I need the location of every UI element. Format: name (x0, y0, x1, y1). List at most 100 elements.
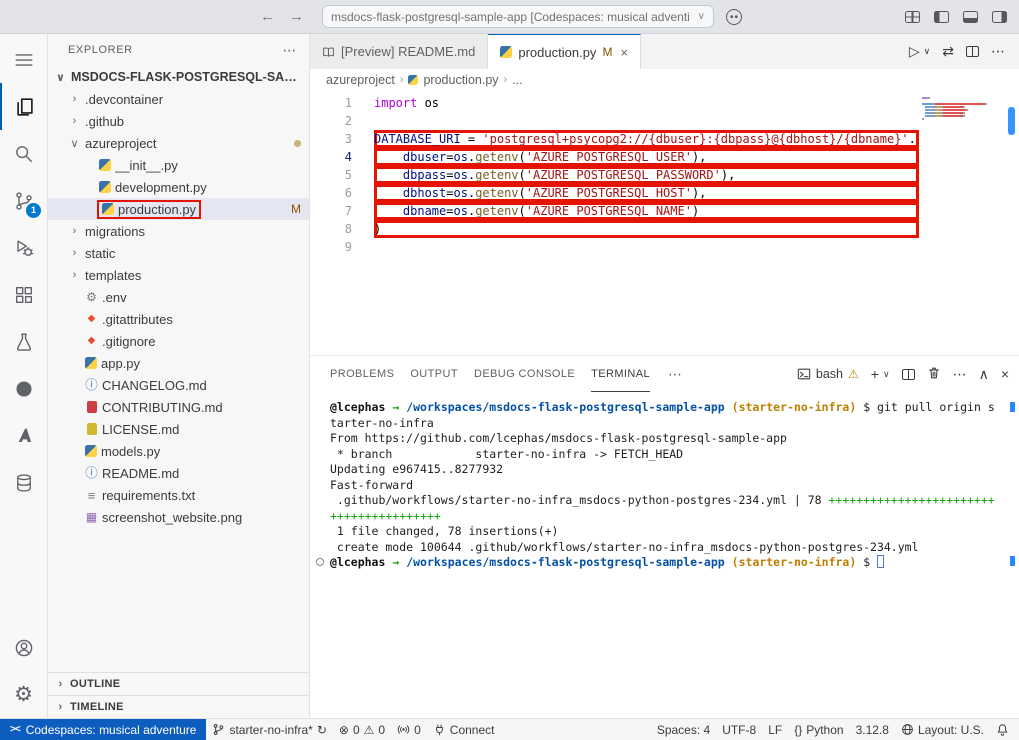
testing-beaker-icon[interactable] (0, 318, 47, 365)
run-debug-icon[interactable] (0, 224, 47, 271)
close-icon[interactable]: × (620, 45, 628, 60)
connect-button[interactable]: Connect (427, 719, 501, 740)
github-icon[interactable] (0, 365, 47, 412)
code-line-4[interactable]: 4 dbuser=os.getenv('AZURE_POSTGRESQL_USE… (310, 148, 919, 166)
problems-indicator[interactable]: ⊗ 0 ⚠ 0 (333, 719, 391, 740)
maximize-panel-icon[interactable]: ∧ (979, 366, 989, 383)
explorer-icon[interactable] (0, 83, 47, 130)
file-name: static (85, 246, 115, 261)
tree-item-msdocs-flask-postgresql-sample[interactable]: ∨MSDOCS-FLASK-POSTGRESQL-SAMPLE-... (48, 66, 309, 88)
code-text (374, 238, 919, 256)
eol-indicator[interactable]: LF (762, 719, 788, 740)
kill-terminal-icon[interactable] (927, 366, 941, 383)
split-terminal-icon[interactable] (902, 369, 915, 380)
tree-item-changelog-md[interactable]: ⓘCHANGELOG.md (48, 374, 309, 396)
open-changes-icon[interactable]: ⇄ (942, 43, 954, 60)
customize-layout-icon[interactable] (905, 11, 920, 23)
code-line-7[interactable]: 7 dbname=os.getenv('AZURE_POSTGRESQL_NAM… (310, 202, 919, 220)
code-line-1[interactable]: 1import os (310, 94, 919, 112)
toggle-secondary-sidebar-icon[interactable] (992, 11, 1007, 23)
run-dropdown-icon[interactable]: ∨ (924, 46, 931, 57)
breadcrumb-file[interactable]: production.py (423, 73, 498, 87)
timeline-section[interactable]: › TIMELINE (48, 695, 309, 718)
code-line-5[interactable]: 5 dbpass=os.getenv('AZURE_POSTGRESQL_PAS… (310, 166, 919, 184)
layout-controls (905, 11, 1007, 23)
tree-item-production-py[interactable]: production.pyM (48, 198, 309, 220)
terminal-output[interactable]: @lcephas → /workspaces/msdocs-flask-post… (310, 392, 1019, 718)
settings-gear-icon[interactable]: ⚙ (0, 671, 47, 718)
code-line-8[interactable]: 8) (310, 220, 919, 238)
close-panel-icon[interactable]: × (1001, 366, 1009, 382)
chevron-down-icon[interactable]: ∨ (883, 369, 890, 380)
back-icon[interactable]: ← (260, 8, 275, 25)
toggle-sidebar-icon[interactable] (934, 11, 949, 23)
language-indicator[interactable]: {} Python (788, 719, 849, 740)
database-icon[interactable] (0, 459, 47, 506)
tree-item-init-py[interactable]: __init__.py (48, 154, 309, 176)
indentation-indicator[interactable]: Spaces: 4 (651, 719, 716, 740)
tree-item-screenshot-website-png[interactable]: ▦screenshot_website.png (48, 506, 309, 528)
account-icon[interactable] (0, 624, 47, 671)
azure-icon[interactable] (0, 412, 47, 459)
tree-item-migrations[interactable]: ›migrations (48, 220, 309, 242)
tab-readme-preview[interactable]: [Preview] README.md (310, 34, 488, 69)
tree-item-gitignore[interactable]: ◆.gitignore (48, 330, 309, 352)
command-center[interactable]: msdocs-flask-postgresql-sample-app [Code… (322, 5, 714, 28)
code-line-3[interactable]: 3DATABASE_URI = 'postgresql+psycopg2://{… (310, 130, 919, 148)
tree-item-app-py[interactable]: app.py (48, 352, 309, 374)
ports-indicator[interactable]: 0 (391, 719, 427, 740)
minimap[interactable] (919, 91, 1005, 355)
tree-item-readme-md[interactable]: ⓘREADME.md (48, 462, 309, 484)
encoding-indicator[interactable]: UTF-8 (716, 719, 762, 740)
code-line-9[interactable]: 9 (310, 238, 919, 256)
copilot-icon[interactable] (726, 9, 742, 25)
tree-item-devcontainer[interactable]: ›.devcontainer (48, 88, 309, 110)
more-actions-icon[interactable]: ⋯ (668, 366, 682, 383)
tree-item-azureproject[interactable]: ∨azureproject (48, 132, 309, 154)
tree-item-contributing-md[interactable]: CONTRIBUTING.md (48, 396, 309, 418)
tree-item-gitattributes[interactable]: ◆.gitattributes (48, 308, 309, 330)
tree-item-github[interactable]: ›.github (48, 110, 309, 132)
shell-selector[interactable]: bash ⚠ (797, 367, 859, 381)
command-decoration-icon[interactable] (316, 558, 324, 566)
tab-production-py[interactable]: production.py M × (488, 34, 641, 69)
forward-icon[interactable]: → (289, 8, 304, 25)
editor-tabs: [Preview] README.md production.py M × ▷ … (310, 34, 1019, 69)
split-editor-icon[interactable] (966, 46, 979, 57)
keyboard-layout-indicator[interactable]: Layout: U.S. (895, 719, 990, 740)
outline-section[interactable]: › OUTLINE (48, 672, 309, 695)
breadcrumb-symbol[interactable]: ... (512, 73, 522, 87)
menu-icon[interactable] (0, 36, 47, 83)
code-lines[interactable]: 1import os23DATABASE_URI = 'postgresql+p… (310, 91, 919, 355)
tree-item-env[interactable]: ⚙.env (48, 286, 309, 308)
branch-indicator[interactable]: starter-no-infra* ↻ (206, 719, 332, 740)
python-version-indicator[interactable]: 3.12.8 (850, 719, 895, 740)
more-actions-icon[interactable]: ⋯ (282, 42, 297, 59)
toggle-panel-icon[interactable] (963, 11, 978, 23)
overview-ruler[interactable] (1005, 91, 1019, 355)
run-button[interactable]: ▷ (909, 43, 920, 60)
more-actions-icon[interactable]: ⋯ (953, 366, 967, 383)
code-line-2[interactable]: 2 (310, 112, 919, 130)
search-icon[interactable] (0, 130, 47, 177)
extensions-icon[interactable] (0, 271, 47, 318)
tree-item-templates[interactable]: ›templates (48, 264, 309, 286)
line-number: 4 (310, 148, 352, 166)
more-actions-icon[interactable]: ⋯ (991, 43, 1005, 60)
tree-item-development-py[interactable]: development.py (48, 176, 309, 198)
code-line-6[interactable]: 6 dbhost=os.getenv('AZURE_POSTGRESQL_HOS… (310, 184, 919, 202)
tree-item-models-py[interactable]: models.py (48, 440, 309, 462)
command-center-text: msdocs-flask-postgresql-sample-app [Code… (331, 10, 692, 24)
notifications-bell-icon[interactable] (990, 719, 1015, 740)
remote-indicator[interactable]: >< Codespaces: musical adventure (0, 719, 206, 740)
tree-item-static[interactable]: ›static (48, 242, 309, 264)
source-control-icon[interactable]: 1 (0, 177, 47, 224)
tab-terminal[interactable]: TERMINAL (591, 356, 650, 392)
tab-output[interactable]: OUTPUT (410, 356, 458, 392)
new-terminal-button[interactable]: + (871, 366, 879, 382)
tab-problems[interactable]: PROBLEMS (330, 356, 394, 392)
tree-item-requirements-txt[interactable]: ≡requirements.txt (48, 484, 309, 506)
tree-item-license-md[interactable]: LICENSE.md (48, 418, 309, 440)
tab-debug-console[interactable]: DEBUG CONSOLE (474, 356, 575, 392)
breadcrumb-folder[interactable]: azureproject (326, 73, 395, 87)
